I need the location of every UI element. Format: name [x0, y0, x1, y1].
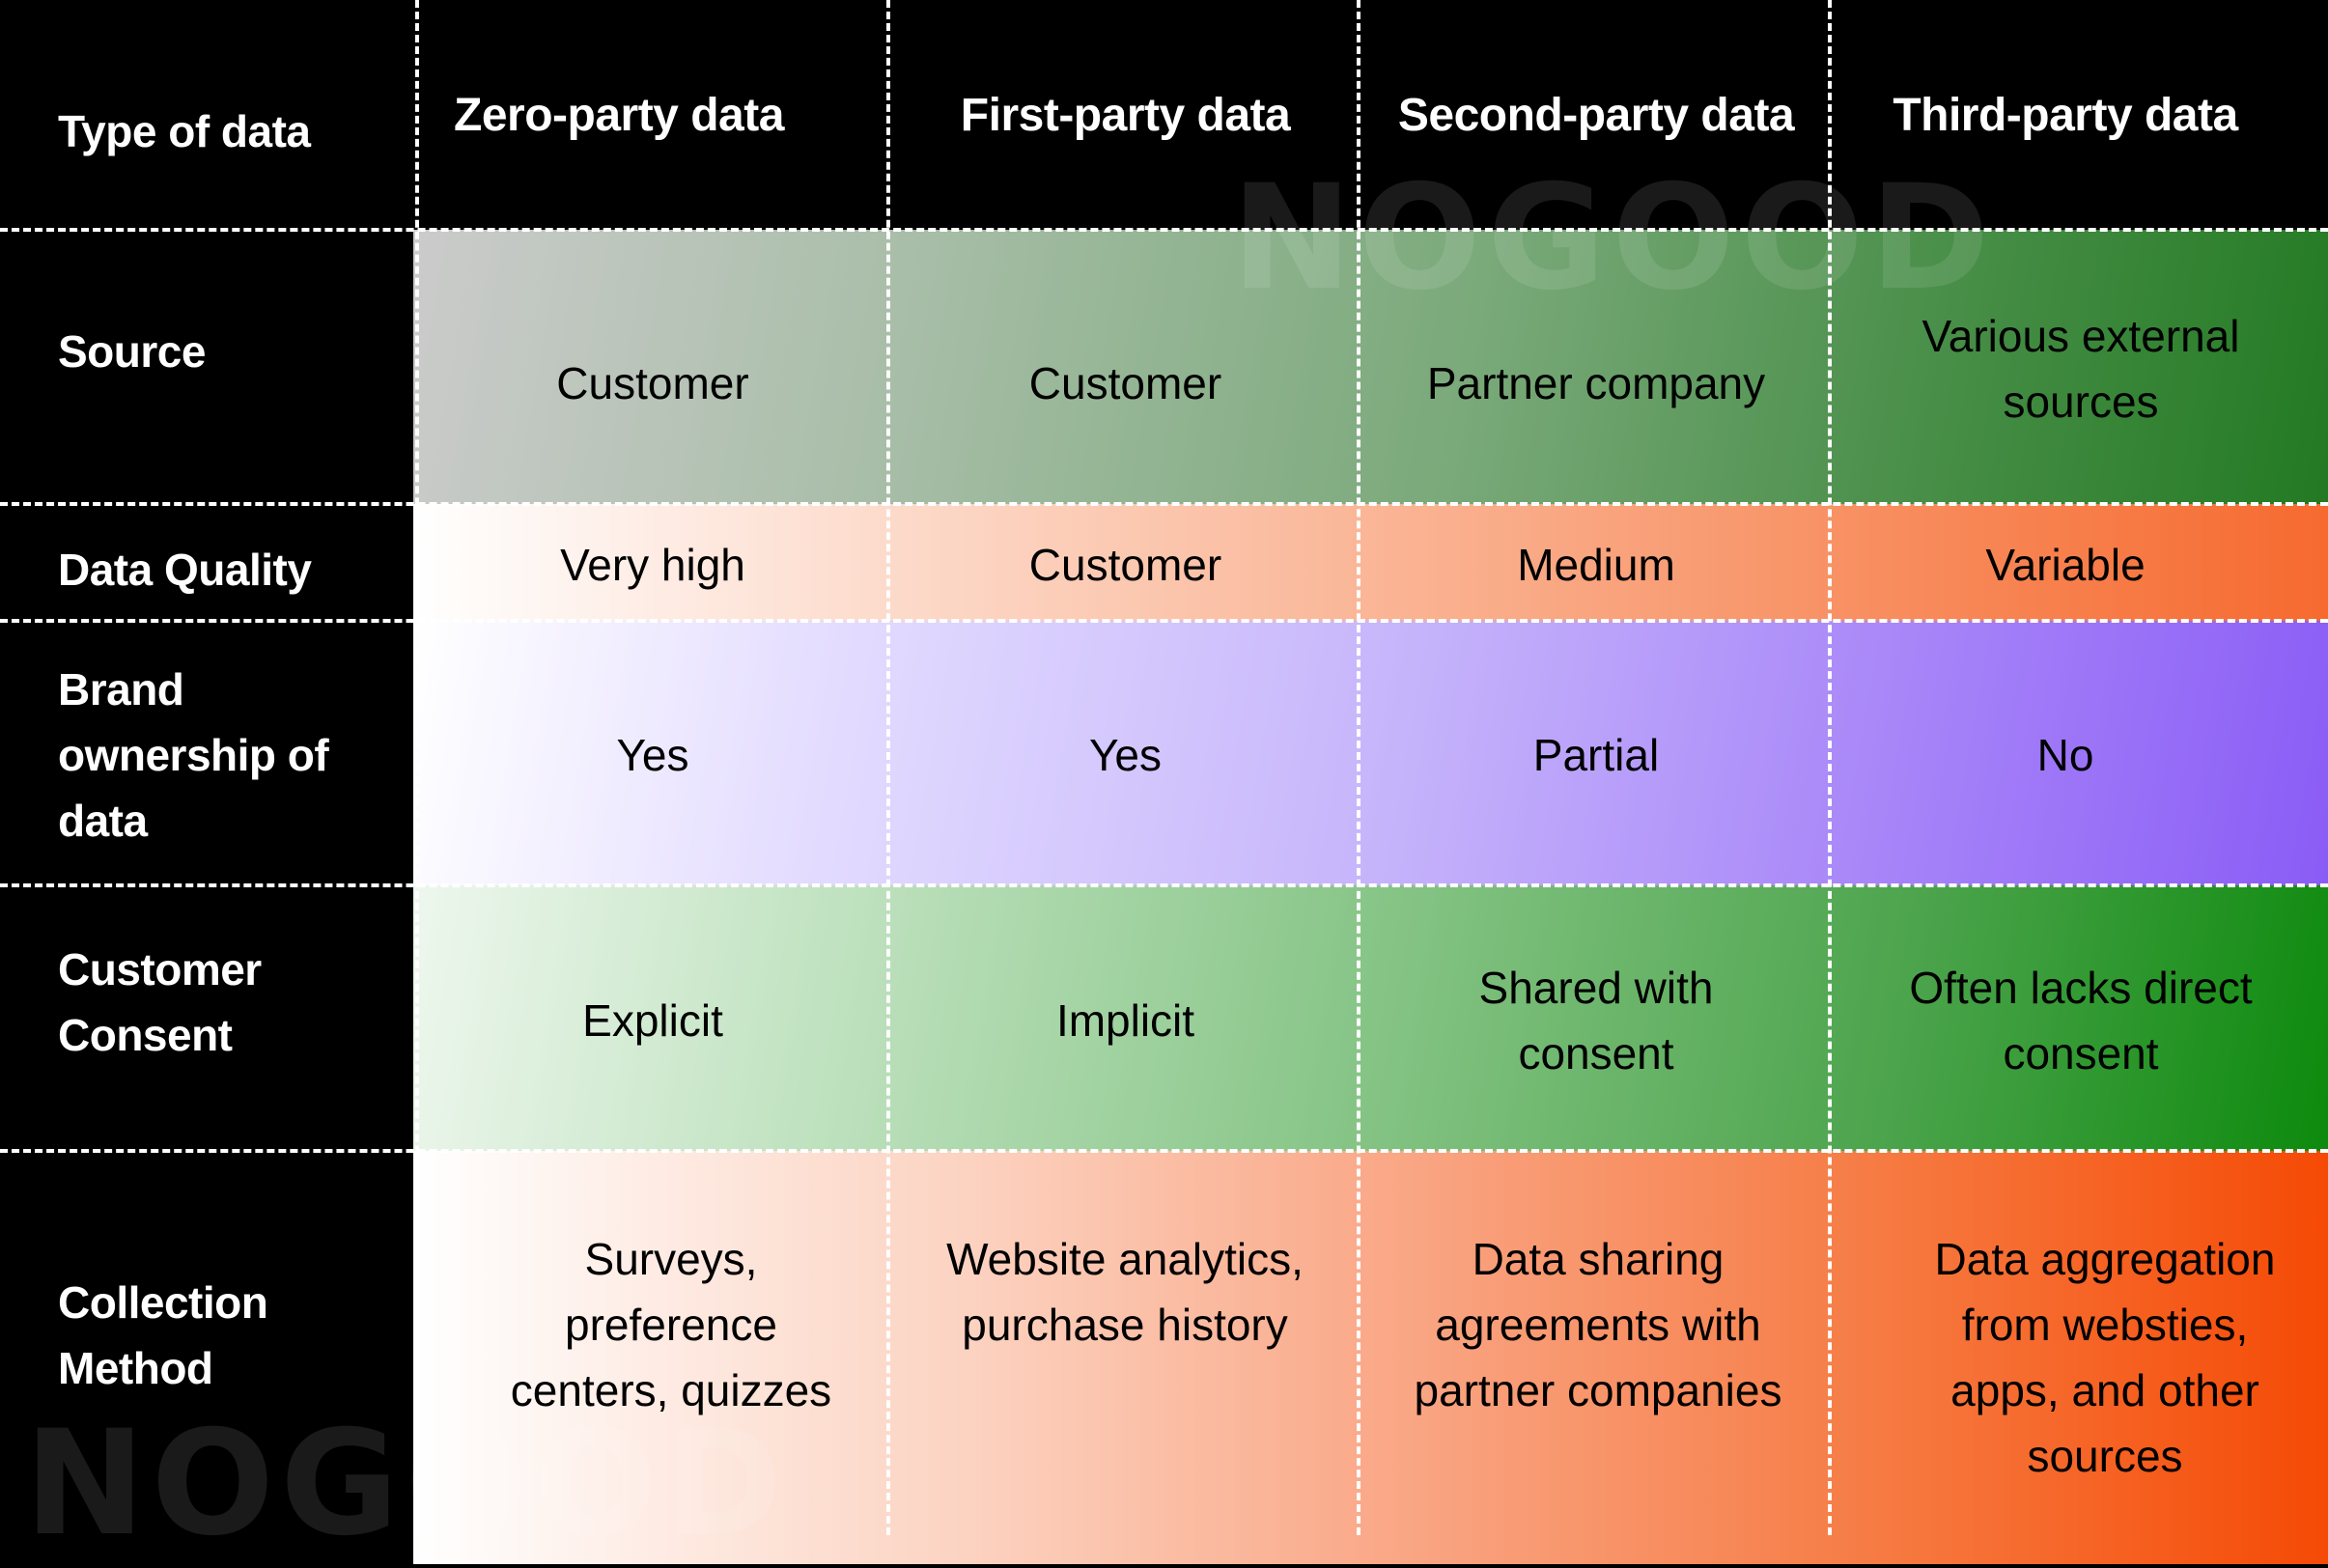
cell-consent-first: Implicit	[1055, 994, 1195, 1046]
column-header-third-party: Third-party data	[1893, 89, 2238, 141]
column-divider	[415, 0, 419, 1535]
column-header-first-party: First-party data	[960, 89, 1291, 141]
cell-source-first: Customer	[1028, 358, 1222, 408]
cell-source-third: Various external sources	[1921, 311, 2240, 427]
cell-consent-zero: Explicit	[582, 994, 723, 1046]
cell-method-second: Data sharing agreements with partner com…	[1414, 1234, 1782, 1415]
cell-quality-first: Customer	[1028, 539, 1222, 590]
column-header-second-party: Second-party data	[1397, 89, 1795, 141]
column-divider	[886, 0, 890, 1535]
cell-ownership-zero: Yes	[616, 730, 689, 780]
cell-quality-zero: Very high	[560, 539, 745, 590]
cell-method-first: Website analytics, purchase history	[946, 1234, 1304, 1350]
column-divider	[1357, 0, 1360, 1535]
cell-method-third: Data aggregation from websties, apps, an…	[1934, 1234, 2276, 1481]
cell-ownership-first: Yes	[1088, 730, 1163, 780]
column-divider	[1828, 0, 1832, 1535]
label-column-background	[0, 232, 413, 1564]
cell-consent-third: Often lacks direct consent	[1909, 962, 2253, 1078]
cell-source-zero: Customer	[556, 358, 749, 408]
cell-source-second: Partner company	[1426, 358, 1766, 408]
cell-ownership-second: Partial	[1532, 730, 1660, 780]
cell-ownership-third: No	[2036, 730, 2094, 780]
column-header-zero-party: Zero-party data	[454, 89, 784, 141]
cell-quality-third: Variable	[1985, 539, 2146, 590]
cell-consent-second: Shared with consent	[1478, 962, 1714, 1078]
corner-label: Type of data	[58, 106, 311, 156]
cell-method-zero: Surveys, preference centers, quizzes	[510, 1234, 832, 1415]
cell-quality-second: Medium	[1517, 539, 1675, 590]
